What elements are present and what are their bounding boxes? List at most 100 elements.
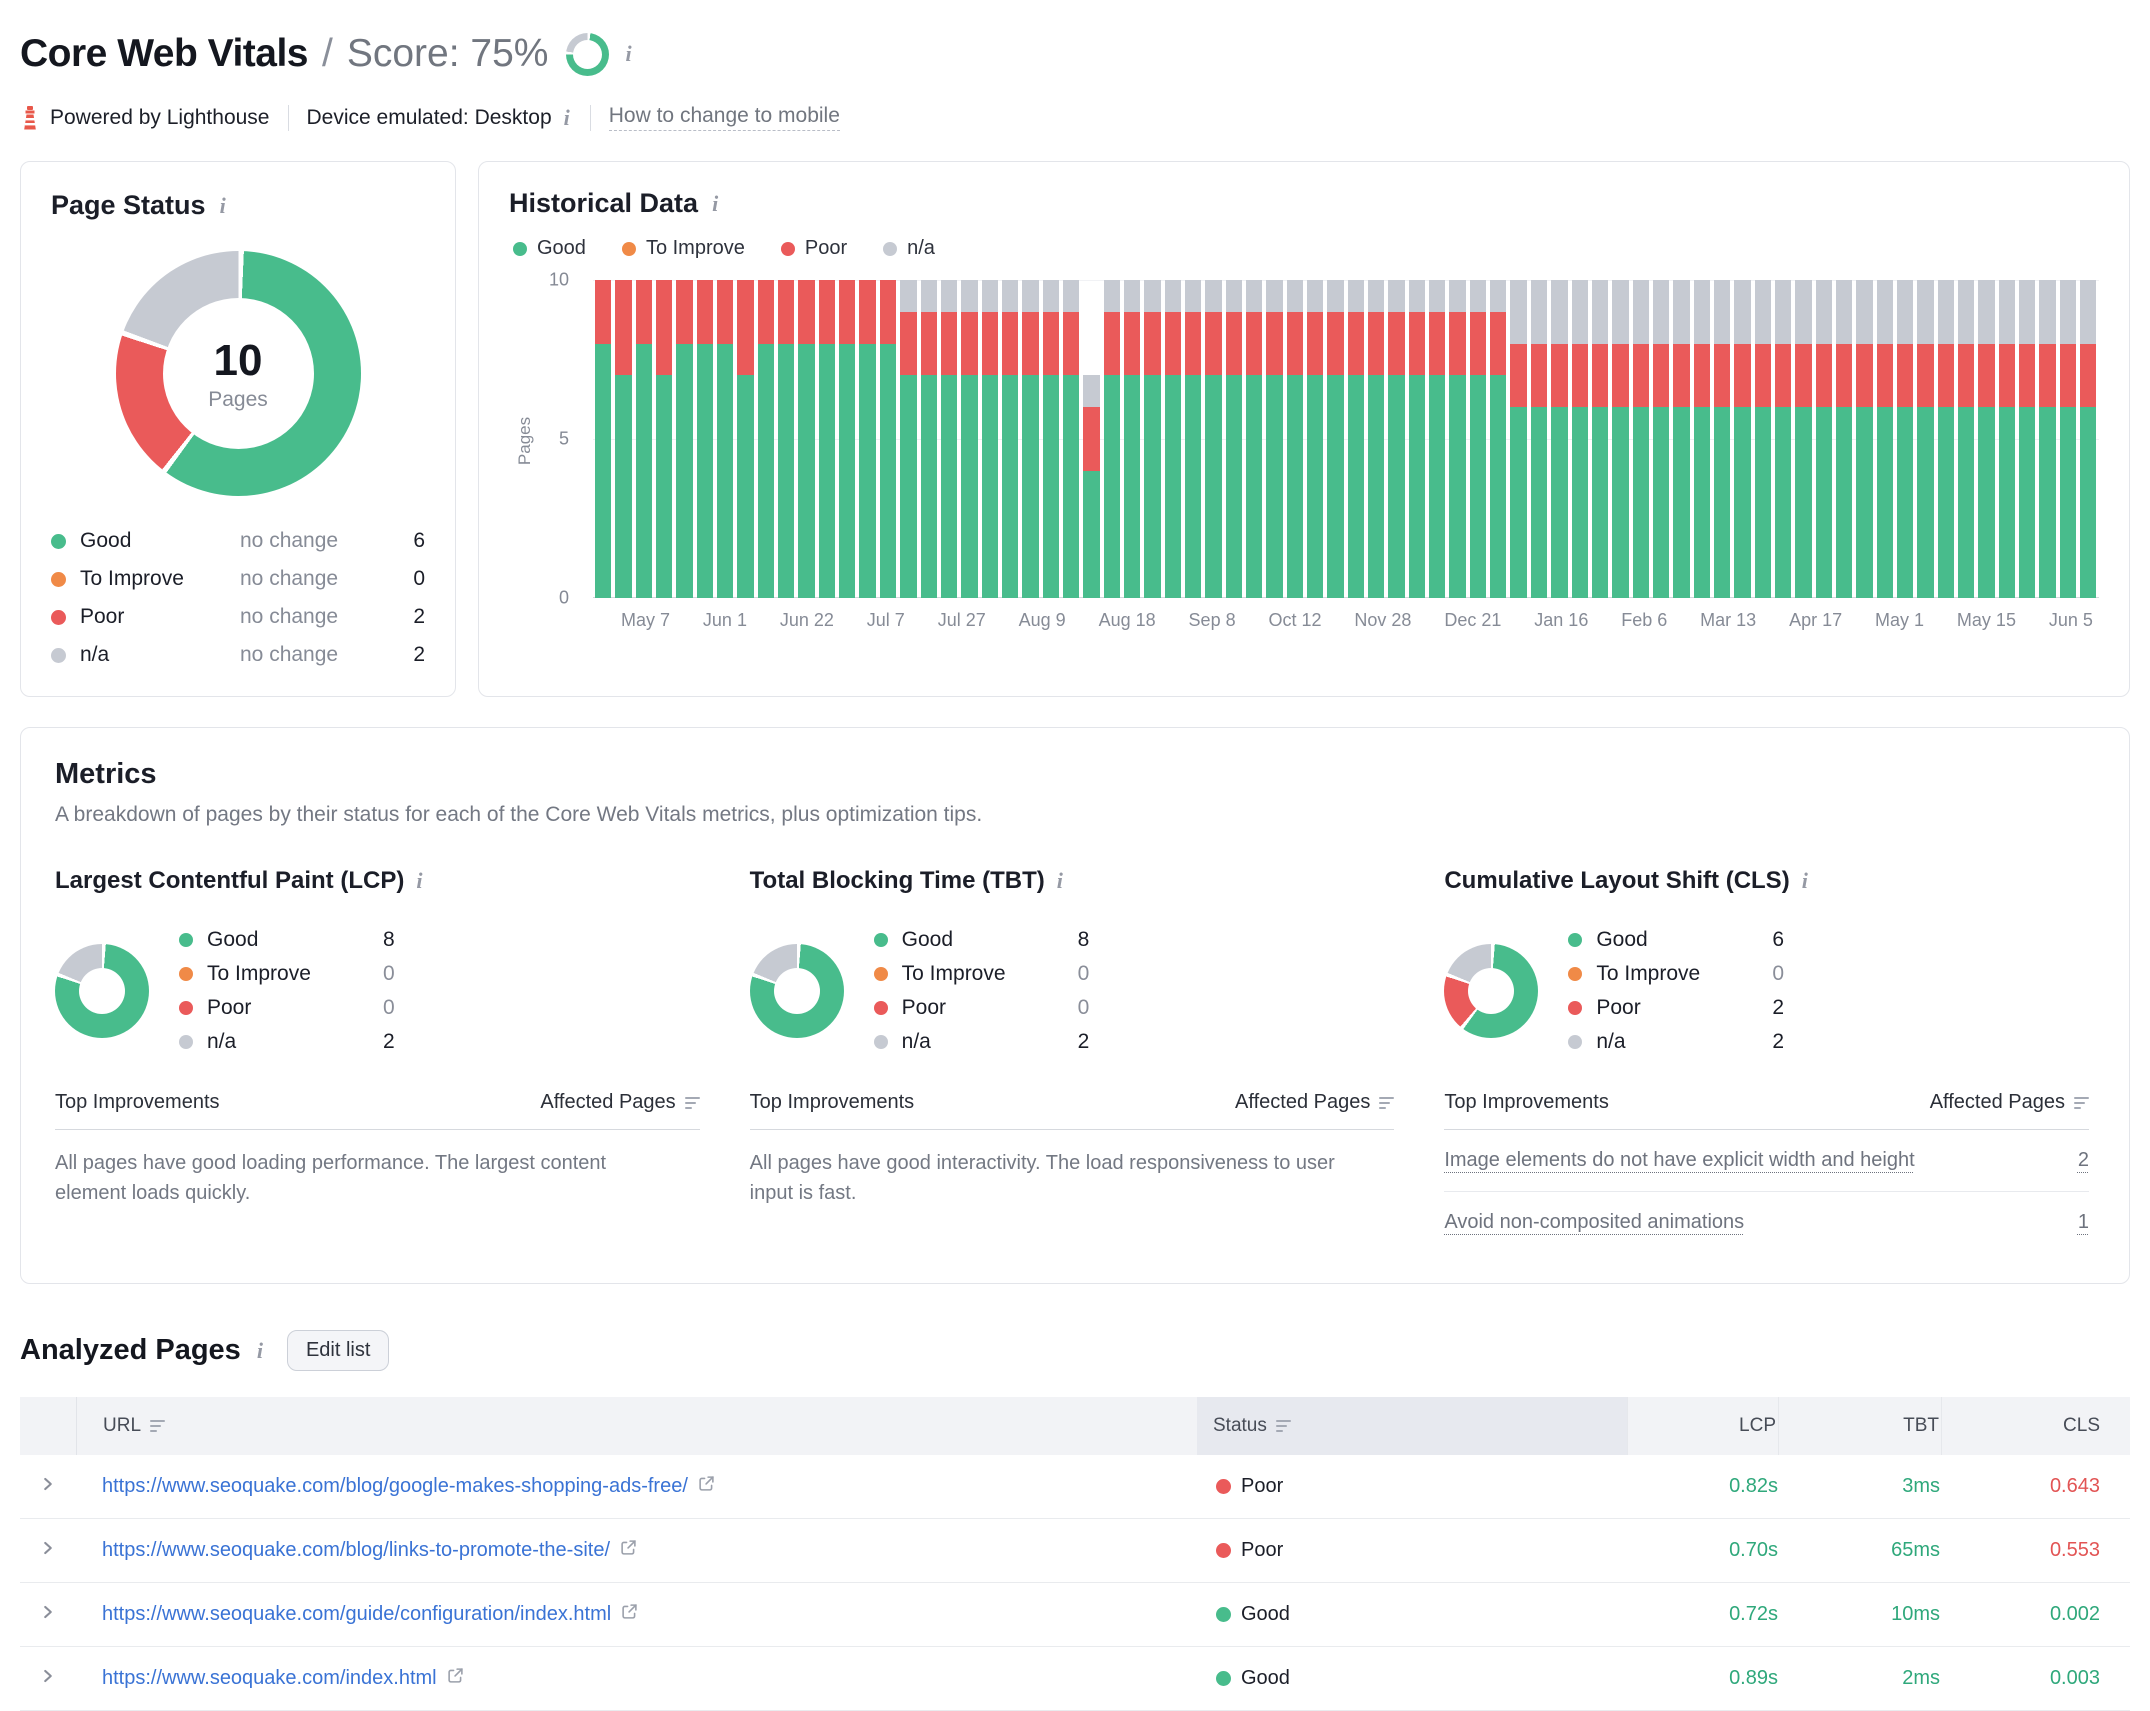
history-bar[interactable] <box>1856 280 1873 598</box>
row-expander[interactable] <box>20 1539 76 1563</box>
row-expand-chevron-icon[interactable] <box>39 1667 57 1691</box>
history-bar[interactable] <box>1897 280 1914 598</box>
history-bar[interactable] <box>757 280 775 598</box>
history-bar[interactable] <box>778 280 795 598</box>
sort-icon[interactable] <box>1275 1420 1291 1432</box>
history-bar[interactable] <box>1164 280 1181 598</box>
history-bar[interactable] <box>900 280 917 598</box>
affected-pages-header[interactable]: Affected Pages <box>540 1091 700 1114</box>
history-bar[interactable] <box>2059 280 2077 598</box>
history-bar[interactable] <box>839 280 856 598</box>
history-bar[interactable] <box>2080 280 2097 598</box>
history-bar[interactable] <box>1266 280 1283 598</box>
affected-pages-header[interactable]: Affected Pages <box>1930 1091 2090 1114</box>
row-expand-chevron-icon[interactable] <box>39 1539 57 1563</box>
history-bar[interactable] <box>1591 280 1609 598</box>
history-bar[interactable] <box>1144 280 1161 598</box>
history-bar[interactable] <box>1734 280 1751 598</box>
cls-column-header[interactable]: CLS <box>1941 1397 2130 1455</box>
history-bar[interactable] <box>1469 280 1487 598</box>
history-bar[interactable] <box>1205 280 1222 598</box>
affected-pages-count[interactable]: 1 <box>2078 1211 2089 1234</box>
history-bar[interactable] <box>1103 280 1120 598</box>
history-bar[interactable] <box>1571 280 1588 598</box>
external-link-icon[interactable] <box>620 1539 637 1562</box>
external-link-icon[interactable] <box>621 1603 638 1626</box>
history-bar[interactable] <box>1754 280 1771 598</box>
history-bar[interactable] <box>1998 280 2016 598</box>
history-bar[interactable] <box>798 280 815 598</box>
history-bar[interactable] <box>1022 280 1039 598</box>
affected-pages-header[interactable]: Affected Pages <box>1235 1091 1395 1114</box>
history-bar[interactable] <box>1246 280 1263 598</box>
history-bar[interactable] <box>717 280 734 598</box>
history-bar[interactable] <box>1449 280 1466 598</box>
history-bar[interactable] <box>1835 280 1853 598</box>
history-bar[interactable] <box>1673 280 1690 598</box>
history-bar[interactable] <box>1123 280 1141 598</box>
history-bar[interactable] <box>1490 280 1507 598</box>
history-bar[interactable] <box>676 280 693 598</box>
history-bar[interactable] <box>1062 280 1080 598</box>
history-bar[interactable] <box>595 280 612 598</box>
history-bar[interactable] <box>940 280 958 598</box>
history-bar[interactable] <box>1937 280 1955 598</box>
history-bar[interactable] <box>1612 280 1629 598</box>
affected-pages-count[interactable]: 2 <box>2078 1149 2089 1172</box>
history-bar[interactable] <box>1693 280 1710 598</box>
tbt-column-header[interactable]: TBT <box>1778 1397 1941 1455</box>
sort-icon[interactable] <box>1379 1096 1395 1109</box>
history-bar[interactable] <box>656 280 673 598</box>
history-bar[interactable] <box>1225 280 1242 598</box>
history-bar[interactable] <box>1774 280 1792 598</box>
history-bar[interactable] <box>879 280 897 598</box>
improvement-link[interactable]: Avoid non-composited animations <box>1444 1211 1744 1234</box>
history-bar[interactable] <box>1368 280 1385 598</box>
history-bar[interactable] <box>1632 280 1649 598</box>
row-expand-chevron-icon[interactable] <box>39 1603 57 1627</box>
sort-icon[interactable] <box>2074 1096 2090 1109</box>
history-bar[interactable] <box>1083 280 1100 598</box>
sort-icon[interactable] <box>150 1420 166 1432</box>
history-bar[interactable] <box>1978 280 1995 598</box>
history-bar[interactable] <box>1388 280 1405 598</box>
history-bar[interactable] <box>615 280 632 598</box>
external-link-icon[interactable] <box>447 1667 464 1690</box>
external-link-icon[interactable] <box>698 1475 715 1498</box>
page-url-link[interactable]: https://www.seoquake.com/blog/google-mak… <box>102 1475 688 1498</box>
history-bar[interactable] <box>1551 280 1568 598</box>
page-url-link[interactable]: https://www.seoquake.com/guide/configura… <box>102 1603 611 1626</box>
history-bar[interactable] <box>1652 280 1670 598</box>
history-bar[interactable] <box>2039 280 2056 598</box>
history-bar[interactable] <box>981 280 998 598</box>
row-expander[interactable] <box>20 1603 76 1627</box>
row-expand-chevron-icon[interactable] <box>39 1475 57 1499</box>
history-bar[interactable] <box>1042 280 1059 598</box>
info-icon[interactable]: i <box>414 870 424 892</box>
history-bar[interactable] <box>1958 280 1975 598</box>
history-bar[interactable] <box>1307 280 1324 598</box>
info-icon[interactable]: i <box>255 1339 265 1362</box>
history-bar[interactable] <box>920 280 937 598</box>
history-bar[interactable] <box>737 280 754 598</box>
info-icon[interactable]: i <box>1800 870 1810 892</box>
page-url-link[interactable]: https://www.seoquake.com/blog/links-to-p… <box>102 1539 610 1562</box>
history-bar[interactable] <box>1917 280 1934 598</box>
history-bar[interactable] <box>1815 280 1832 598</box>
row-expander[interactable] <box>20 1667 76 1691</box>
history-bar[interactable] <box>859 280 876 598</box>
history-bar[interactable] <box>1408 280 1426 598</box>
status-column-header[interactable]: Status <box>1197 1397 1627 1455</box>
url-column-header[interactable]: URL <box>77 1397 1197 1455</box>
history-bar[interactable] <box>1184 280 1202 598</box>
improvement-link[interactable]: Image elements do not have explicit widt… <box>1444 1149 1914 1172</box>
history-bar[interactable] <box>961 280 978 598</box>
change-to-mobile-link[interactable]: How to change to mobile <box>608 104 840 131</box>
info-icon[interactable]: i <box>562 106 572 129</box>
history-bar[interactable] <box>1876 280 1893 598</box>
history-bar[interactable] <box>635 280 653 598</box>
history-bar[interactable] <box>1347 280 1365 598</box>
history-bar[interactable] <box>1795 280 1812 598</box>
history-bar[interactable] <box>1286 280 1304 598</box>
history-bar[interactable] <box>1429 280 1446 598</box>
